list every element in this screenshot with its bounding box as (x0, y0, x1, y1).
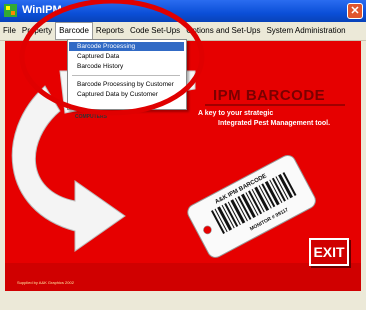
exit-button[interactable]: EXIT (309, 238, 349, 266)
menu-item-barcode-history[interactable]: Barcode History (69, 62, 184, 71)
brand-title: IPM BARCODE (213, 87, 326, 104)
menu-item-barcode-processing[interactable]: Barcode Processing (69, 42, 184, 51)
close-button[interactable]: ✕ (347, 3, 363, 19)
menu-system-administration[interactable]: System Administration (263, 22, 348, 40)
footer-credit: Supplied by A&K Graphics 2002 (17, 280, 74, 285)
menu-item-barcode-processing-by-customer[interactable]: Barcode Processing by Customer (69, 80, 184, 89)
brand-tagline-2: Integrated Pest Management tool. (218, 120, 331, 127)
title-bar[interactable]: WinIPM ✕ (0, 0, 366, 22)
menu-options-and-set-ups[interactable]: Options and Set-Ups (183, 22, 263, 40)
close-icon: ✕ (350, 5, 360, 17)
brand-tagline-1: A key to your strategic (198, 110, 274, 117)
barcode-card-graphic: A&K IPM BARCODE MONITOR # 99117 (187, 154, 316, 258)
menu-code-set-ups[interactable]: Code Set-Ups (127, 22, 183, 40)
brand-underline (205, 104, 345, 106)
menu-item-captured-data[interactable]: Captured Data (69, 52, 184, 61)
bottom-band (5, 263, 361, 291)
menu-item-captured-data-by-customer[interactable]: Captured Data by Customer (69, 90, 184, 99)
window-title: WinIPM (22, 4, 62, 16)
computers-label: COMPUTERS (75, 114, 107, 120)
menu-property[interactable]: Property (19, 22, 55, 40)
menu-file[interactable]: File (0, 22, 19, 40)
menu-reports[interactable]: Reports (93, 22, 127, 40)
app-icon (4, 4, 17, 17)
menu-separator (72, 75, 180, 76)
app-window: WinIPM ✕ File Property Barcode Reports C… (0, 0, 366, 310)
menu-barcode[interactable]: Barcode (55, 22, 93, 40)
barcode-menu-dropdown: Barcode Processing Captured Data Barcode… (67, 39, 187, 110)
